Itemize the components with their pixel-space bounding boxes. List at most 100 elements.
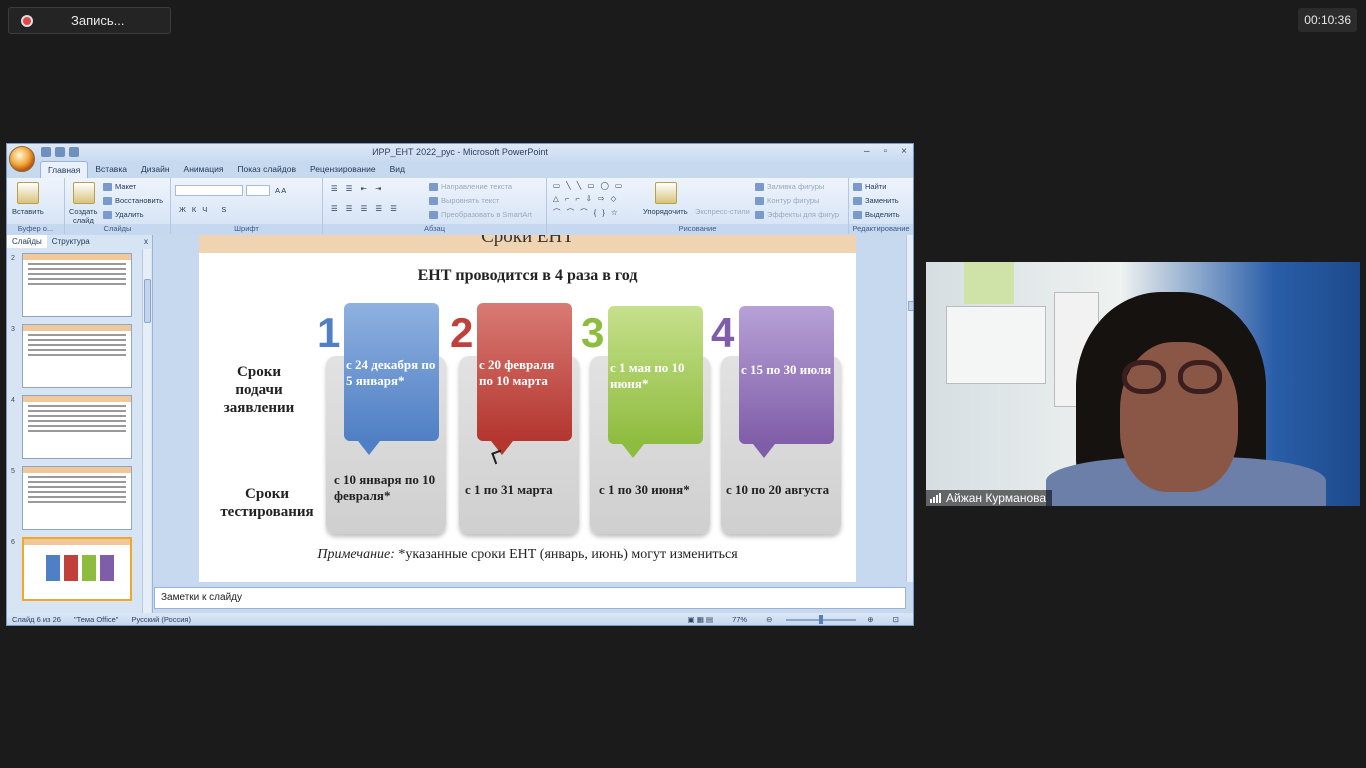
application-period-bubble: с 1 мая по 10 июня* <box>608 306 703 458</box>
close-icon[interactable]: × <box>901 144 907 159</box>
recording-label: Запись... <box>71 13 125 28</box>
side-panel-close-icon[interactable]: x <box>144 235 152 248</box>
layout-icon <box>103 183 112 192</box>
thumbnail-image <box>22 537 132 601</box>
find-icon <box>853 183 862 192</box>
participant-name-tag: Айжан Курманова <box>926 490 1053 506</box>
window-controls: – ▫ × <box>864 144 907 159</box>
group-editing: Найти Заменить Выделить Редактирование <box>849 178 913 234</box>
font-family-field[interactable] <box>175 185 243 196</box>
tab-animation[interactable]: Анимация <box>177 161 231 178</box>
text-direction-icon <box>429 183 438 192</box>
column-number: 1 <box>317 309 341 356</box>
fit-window-icon[interactable]: ⊡ <box>893 615 899 624</box>
window-title: ИРР_ЕНТ 2022_рус - Microsoft PowerPoint <box>7 144 913 161</box>
font-size-field[interactable] <box>246 185 270 196</box>
save-icon[interactable] <box>41 147 51 157</box>
shapes-gallery-row3[interactable]: ⌒ ⌒ ⌒ { } ☆ <box>553 207 620 218</box>
current-slide[interactable]: Сроки ЕНТ ЕНТ проводится в 4 раза в год … <box>199 235 856 582</box>
participant-video[interactable]: Айжан Курманова <box>926 262 1360 506</box>
zoom-in-icon[interactable]: ⊕ <box>867 615 873 624</box>
thumbnail-number: 2 <box>11 255 15 262</box>
replace-button[interactable]: Заменить <box>853 196 899 206</box>
zoom-level[interactable]: 77% <box>732 615 747 624</box>
new-slide-button-line1[interactable]: Создать <box>69 207 98 216</box>
slide-counter: Слайд 6 из 26 <box>12 615 61 624</box>
shapes-gallery[interactable]: ▭ ╲ ╲ ▭ ◯ ▭ <box>553 181 624 190</box>
shape-fill-button[interactable]: Заливка фигуры <box>755 182 824 192</box>
tab-slides[interactable]: Слайды <box>7 235 47 248</box>
testing-period: с 1 по 30 июня* <box>599 482 690 497</box>
shape-effects-button[interactable]: Эффекты для фигур <box>755 210 839 220</box>
font-style-buttons[interactable]: ЖКЧ S <box>179 205 232 214</box>
new-slide-icon[interactable] <box>73 182 95 204</box>
application-period: с 24 декабря по 5 января* <box>346 357 436 388</box>
arrange-icon[interactable] <box>655 182 677 204</box>
group-slides: Создать слайд Макет Восстановить Удалить… <box>65 178 171 234</box>
office-button[interactable] <box>9 146 35 172</box>
shape-outline-button[interactable]: Контур фигуры <box>755 196 819 206</box>
thumbnail-image <box>22 253 132 317</box>
view-buttons[interactable]: ▣ ▦ ▤ <box>688 615 713 624</box>
notes-pane[interactable]: Заметки к слайду <box>154 587 906 609</box>
replace-icon <box>853 197 862 206</box>
meeting-timer: 00:10:36 <box>1298 8 1357 32</box>
tab-design[interactable]: Дизайн <box>134 161 177 178</box>
layout-button[interactable]: Макет <box>103 182 136 192</box>
application-period-bubble: с 20 февраля по 10 марта <box>477 303 572 455</box>
note-label: Примечание: <box>317 547 395 562</box>
tab-review[interactable]: Рецензирование <box>303 161 383 178</box>
powerpoint-window: ИРР_ЕНТ 2022_рус - Microsoft PowerPoint … <box>6 143 914 626</box>
slide-scrollbar[interactable] <box>906 235 913 582</box>
thumbnail-number: 5 <box>11 468 15 475</box>
maximize-icon[interactable]: ▫ <box>884 144 888 159</box>
background-poster <box>964 262 1014 304</box>
align-buttons[interactable]: ☰ ☰ ☰ ☰ ☰ <box>331 204 400 213</box>
application-period: с 20 февраля по 10 марта <box>479 357 555 388</box>
shapes-gallery-row2[interactable]: △ ⌐ ⌐ ⇩ ⇨ ◇ <box>553 194 618 203</box>
thumbnail-image <box>22 466 132 530</box>
zoom-slider[interactable] <box>786 614 857 624</box>
tab-home[interactable]: Главная <box>40 161 89 178</box>
select-button[interactable]: Выделить <box>853 210 900 220</box>
group-drawing: ▭ ╲ ╲ ▭ ◯ ▭ △ ⌐ ⌐ ⇩ ⇨ ◇ ⌒ ⌒ ⌒ { } ☆ Упор… <box>547 178 849 234</box>
slide-note: Примечание: *указанные сроки ЕНТ (январь… <box>199 547 856 563</box>
zoom-control: ▣ ▦ ▤ 77% ⊖ ⊕ ⊡ <box>683 614 907 624</box>
group-title: Слайды <box>65 224 170 234</box>
paste-icon[interactable] <box>17 182 39 204</box>
delete-button[interactable]: Удалить <box>103 210 144 220</box>
slides-panel: Слайды Структура x 2 3 4 5 6 <box>7 235 153 617</box>
reset-button[interactable]: Восстановить <box>103 196 163 206</box>
smartart-icon <box>429 211 438 220</box>
group-font: A A ЖКЧ S Шрифт <box>171 178 323 234</box>
status-bar: Слайд 6 из 26 "Тема Office" Русский (Рос… <box>7 613 913 625</box>
testing-period: с 1 по 31 марта <box>465 482 553 497</box>
arrange-button[interactable]: Упорядочить <box>643 207 688 216</box>
list-buttons[interactable]: ☰ ☰ ⇤ ⇥ <box>331 184 384 193</box>
thumbnail-number: 6 <box>11 539 15 546</box>
note-text: *указанные сроки ЕНТ (январь, июнь) могу… <box>394 547 738 562</box>
recording-indicator[interactable]: Запись... <box>8 7 171 34</box>
quick-access-toolbar <box>41 147 79 157</box>
zoom-out-icon[interactable]: ⊖ <box>766 615 772 624</box>
slide-title: Сроки ЕНТ <box>481 235 574 247</box>
font-size-buttons[interactable]: A A <box>275 186 286 195</box>
tab-insert[interactable]: Вставка <box>88 161 134 178</box>
quick-styles-button[interactable]: Экспресс-стили <box>695 207 750 216</box>
side-panel-scrollbar[interactable] <box>142 249 151 617</box>
align-text-button[interactable]: Выровнять текст <box>429 196 499 206</box>
paste-button[interactable]: Вставить <box>12 207 44 216</box>
minimize-icon[interactable]: – <box>864 144 870 159</box>
background-poster <box>946 306 1046 384</box>
application-period: с 1 мая по 10 июня* <box>610 360 685 391</box>
tab-slideshow[interactable]: Показ слайдов <box>230 161 303 178</box>
undo-icon[interactable] <box>55 147 65 157</box>
smartart-button[interactable]: Преобразовать в SmartArt <box>429 210 532 220</box>
find-button[interactable]: Найти <box>853 182 886 192</box>
tab-view[interactable]: Вид <box>383 161 412 178</box>
tab-outline[interactable]: Структура <box>47 235 95 248</box>
thumbnail-image <box>22 395 132 459</box>
redo-icon[interactable] <box>69 147 79 157</box>
text-direction-button[interactable]: Направление текста <box>429 182 512 192</box>
column-number: 3 <box>581 309 605 356</box>
